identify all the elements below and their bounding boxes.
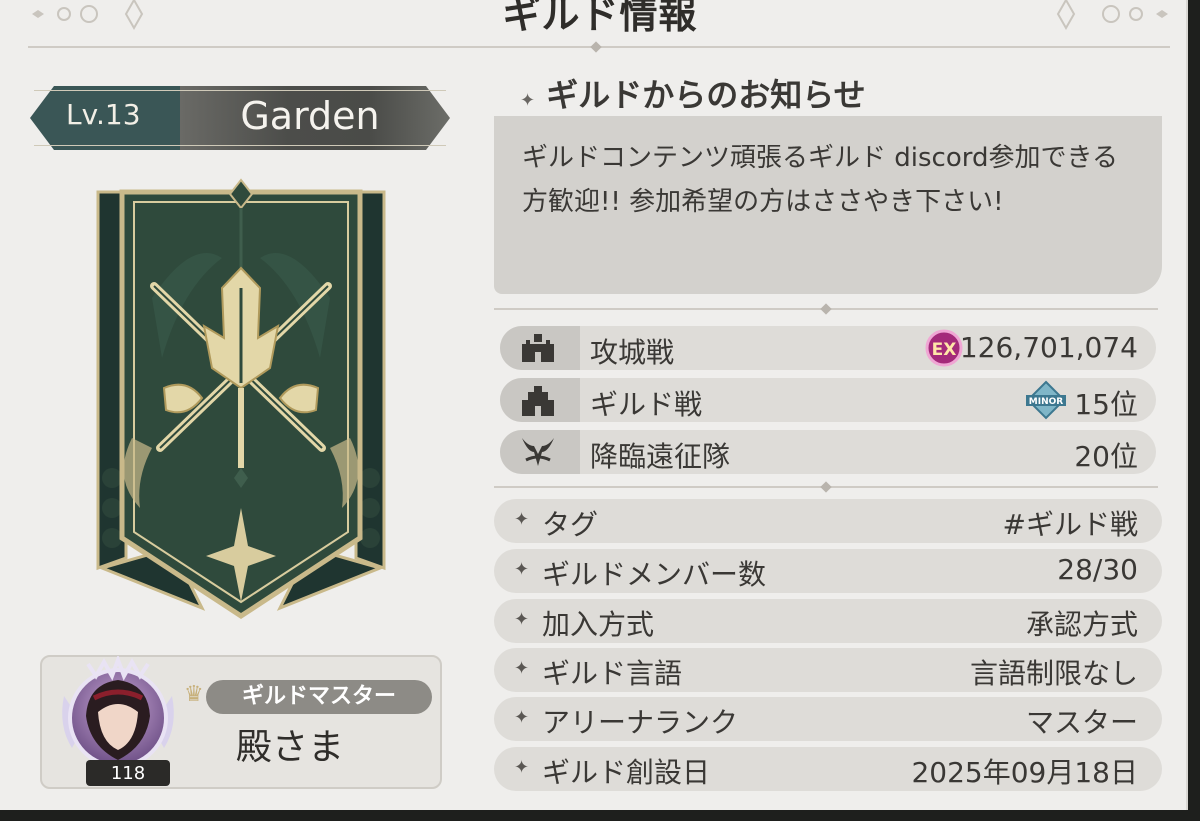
info-value: 言語制限なし [969, 657, 1138, 690]
guild-master-name[interactable]: 殿さま [236, 718, 344, 770]
minor-badge-text: MINOR [1029, 397, 1063, 407]
guild-master-label: ギルドマスター [206, 680, 432, 714]
stat-value: 126,701,074 [959, 331, 1138, 364]
notice-heading-text: ギルドからのお知らせ [546, 76, 866, 114]
stat-row-guild-war[interactable]: ギルド戦 MINOR 15位 [500, 378, 1156, 422]
ex-badge-text: EX [932, 340, 957, 360]
info-label: アリーナランク [542, 706, 739, 739]
stat-row-expedition[interactable]: 降臨遠征隊 20位 [500, 430, 1156, 474]
sparkle-icon: ✦ [514, 658, 530, 679]
guild-level-banner: Lv.13 Garden [30, 86, 450, 150]
top-left-ornament [32, 0, 144, 31]
guild-emblem-banner [96, 178, 386, 619]
sparkle-icon: ✦ [520, 90, 536, 111]
info-value: 28/30 [1057, 553, 1138, 586]
info-value: #ギルド戦 [1002, 508, 1138, 541]
guild-info-panel: ギルド情報 Lv.13 Garden 118 ♛ ギルドマスター 殿さま ✦ ギ… [0, 0, 1188, 810]
stat-icon-box [500, 430, 580, 474]
info-row-language[interactable]: ✦ ギルド言語 言語制限なし [494, 648, 1162, 692]
stat-icon-box [500, 378, 580, 422]
info-row-founded-date[interactable]: ✦ ギルド創設日 2025年09月18日 [494, 747, 1162, 791]
stat-label: ギルド戦 [590, 388, 703, 421]
stat-label: 降臨遠征隊 [590, 440, 731, 473]
info-label: タグ [542, 508, 599, 541]
guild-level: Lv.13 [66, 98, 141, 131]
stat-value: 20位 [1074, 440, 1138, 473]
sparkle-icon: ✦ [514, 707, 530, 728]
info-label: ギルド言語 [542, 657, 683, 690]
sparkle-icon: ✦ [514, 559, 530, 580]
divider-ornament [820, 481, 832, 493]
info-value: 2025年09月18日 [911, 756, 1138, 789]
info-value: マスター [1025, 706, 1138, 739]
info-value: 承認方式 [1025, 608, 1138, 641]
sparkle-icon: ✦ [514, 757, 530, 778]
guild-master-level: 118 [86, 760, 170, 786]
minor-rank-badge-icon: MINOR [1026, 380, 1066, 420]
stat-row-siege[interactable]: 攻城戦 EX 126,701,074 [500, 326, 1156, 370]
page-title: ギルド情報 [502, 0, 698, 37]
info-row-tag[interactable]: ✦ タグ #ギルド戦 [494, 499, 1162, 543]
info-label: ギルドメンバー数 [542, 558, 767, 591]
info-row-member-count[interactable]: ✦ ギルドメンバー数 28/30 [494, 549, 1162, 593]
info-label: ギルド創設日 [542, 756, 711, 789]
info-row-arena-rank[interactable]: ✦ アリーナランク マスター [494, 697, 1162, 741]
info-label: 加入方式 [542, 608, 655, 641]
crown-icon: ♛ [184, 682, 204, 707]
guild-name: Garden [240, 94, 380, 138]
guild-master-avatar[interactable] [58, 656, 178, 776]
sparkle-icon: ✦ [514, 509, 530, 530]
top-right-ornament [1056, 0, 1168, 31]
notice-box: ギルドコンテンツ頑張るギルド discord参加できる方歓迎!! 参加希望の方は… [494, 116, 1162, 294]
info-row-join-method[interactable]: ✦ 加入方式 承認方式 [494, 599, 1162, 643]
stat-value: 15位 [1074, 388, 1138, 421]
stat-icon-box [500, 326, 580, 370]
castle-siege-icon [522, 334, 554, 362]
sparkle-icon: ✦ [514, 609, 530, 630]
stat-label: 攻城戦 [590, 336, 675, 369]
notice-text: ギルドコンテンツ頑張るギルド discord参加できる方歓迎!! 参加希望の方は… [522, 143, 1118, 217]
divider-ornament [590, 41, 602, 53]
divider-ornament [820, 303, 832, 315]
fortress-icon [522, 386, 554, 416]
demon-horns-icon [522, 438, 554, 466]
notice-heading: ✦ ギルドからのお知らせ [520, 70, 866, 116]
